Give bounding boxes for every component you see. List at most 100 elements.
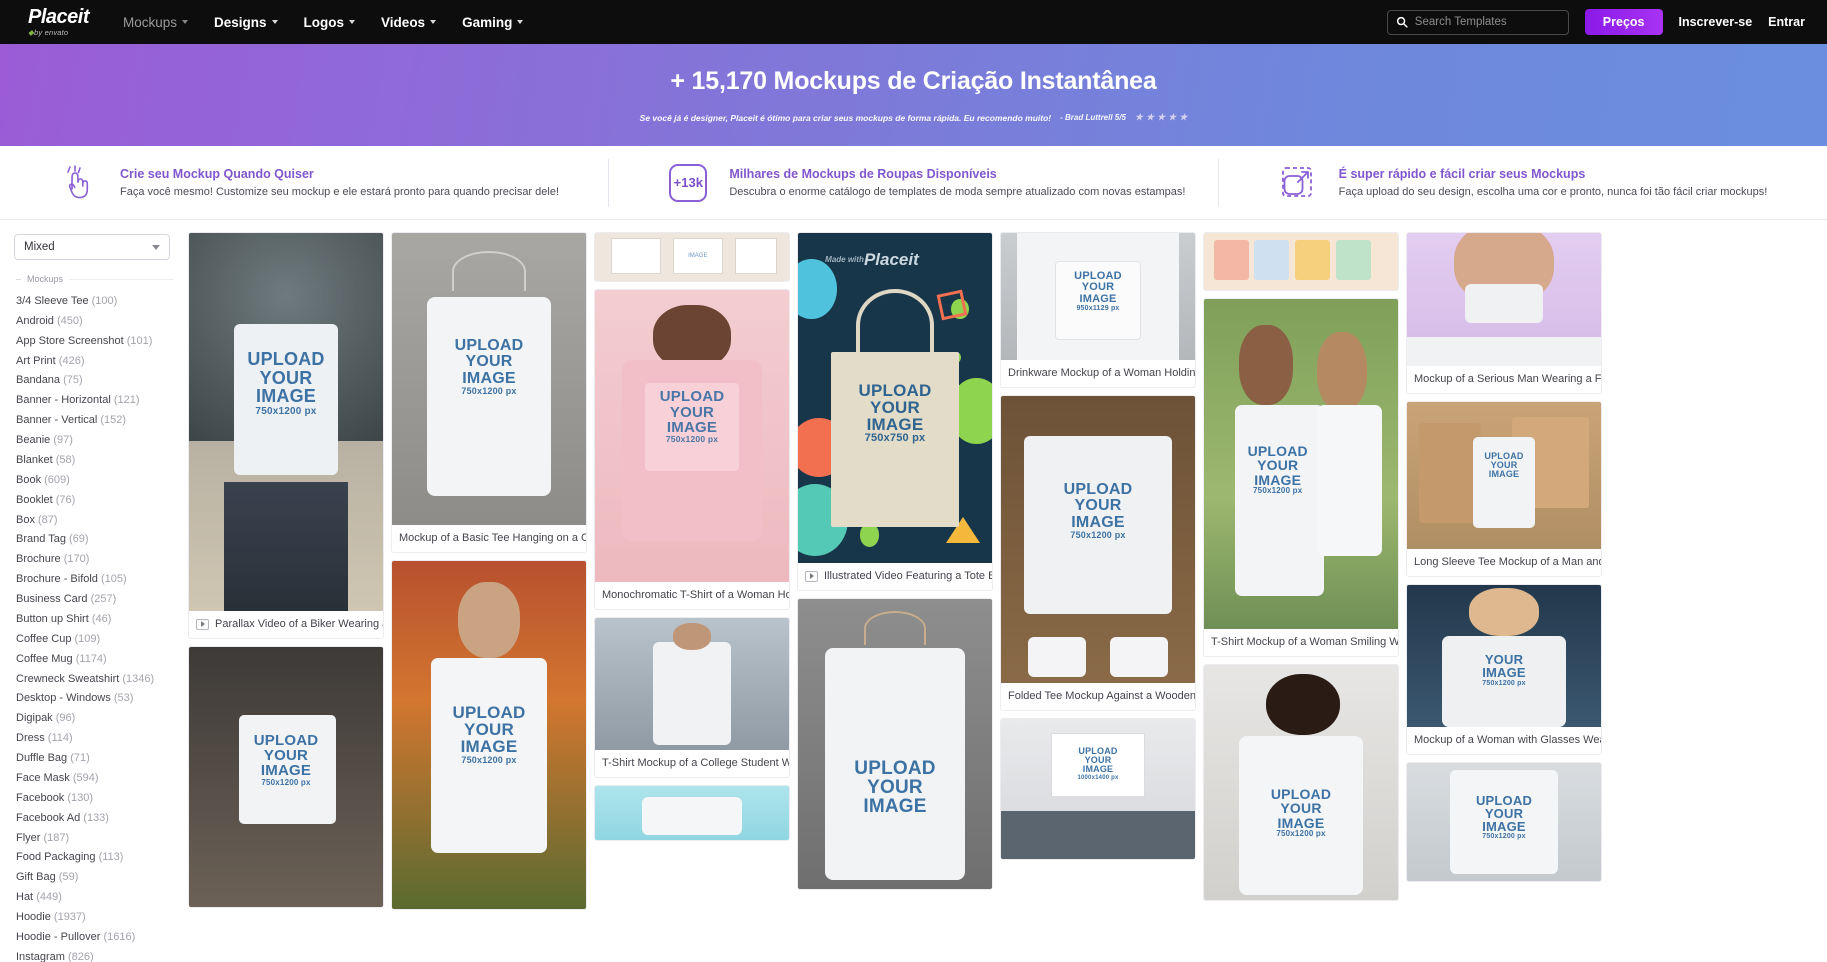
search-box[interactable] bbox=[1386, 9, 1569, 35]
feature-title: Milhares de Mockups de Roupas Disponívei… bbox=[729, 167, 997, 181]
category-name: Flyer bbox=[16, 831, 44, 844]
upload-placeholder: UPLOAD YOUR IMAGE bbox=[1484, 450, 1524, 480]
mockup-card[interactable]: T-Shirt Mockup of a College Student Wait… bbox=[594, 617, 790, 778]
mockup-card[interactable]: UPLOAD YOUR IMAGE 750x1200 px T-Shirt Mo… bbox=[1203, 298, 1399, 657]
mockup-card[interactable]: YOUR IMAGE 750x1200 px Mockup of a Woman… bbox=[1406, 584, 1602, 755]
category-name: Blanket bbox=[16, 453, 56, 466]
category-count: (75) bbox=[63, 374, 83, 387]
mockup-card[interactable]: IMAGE bbox=[594, 232, 790, 282]
mockup-card[interactable] bbox=[594, 785, 790, 841]
mockup-card[interactable]: UPLOAD YOUR IMAGE 750x1200 px bbox=[1406, 762, 1602, 882]
pricing-button[interactable]: Preços bbox=[1584, 9, 1663, 35]
sidebar-category-item[interactable]: Brand Tag (69) bbox=[14, 530, 174, 550]
sidebar-category-item[interactable]: Booklet (76) bbox=[14, 490, 174, 510]
category-count: (170) bbox=[63, 553, 90, 566]
sidebar-category-item[interactable]: Hoodie (1937) bbox=[14, 907, 174, 927]
login-link[interactable]: Entrar bbox=[1768, 15, 1805, 29]
nav-item-mockups[interactable]: Mockups bbox=[123, 15, 189, 30]
sidebar-category-item[interactable]: 3/4 Sleeve Tee (100) bbox=[14, 291, 174, 311]
sidebar-category-item[interactable]: Face Mask (594) bbox=[14, 768, 174, 788]
star-icon: ★ bbox=[1168, 112, 1177, 122]
sidebar-category-item[interactable]: Food Packaging (113) bbox=[14, 848, 174, 868]
sidebar-category-item[interactable]: Banner - Horizontal (121) bbox=[14, 390, 174, 410]
sidebar-category-item[interactable]: Book (609) bbox=[14, 470, 174, 490]
nav-item-videos[interactable]: Videos bbox=[381, 15, 437, 30]
sidebar-category-item[interactable]: Coffee Cup (109) bbox=[14, 629, 174, 649]
feature-title: Crie seu Mockup Quando Quiser bbox=[120, 167, 314, 181]
sidebar-category-item[interactable]: Brochure (170) bbox=[14, 549, 174, 569]
sidebar-category-item[interactable]: Gift Bag (59) bbox=[14, 867, 174, 887]
sidebar-category-item[interactable]: Brochure - Bifold (105) bbox=[14, 569, 174, 589]
sidebar-category-item[interactable]: Duffle Bag (71) bbox=[14, 748, 174, 768]
sidebar-category-item[interactable]: Business Card (257) bbox=[14, 589, 174, 609]
mockup-card[interactable]: UPLOAD YOUR IMAGE 750x1200 px Mockup of … bbox=[391, 232, 587, 553]
sidebar-category-item[interactable]: Crewneck Sweatshirt (1346) bbox=[14, 669, 174, 689]
sidebar-category-item[interactable]: Android (450) bbox=[14, 311, 174, 331]
mockup-card[interactable]: Mockup of a Serious Man Wearing a Face … bbox=[1406, 232, 1602, 394]
category-name: Beanie bbox=[16, 434, 54, 447]
filter-select-mixed[interactable]: Mixed bbox=[14, 234, 170, 260]
mockup-card[interactable]: UPLOAD YOUR IMAGE Long Sleeve Tee Mockup… bbox=[1406, 401, 1602, 577]
category-count: (96) bbox=[55, 712, 76, 725]
feature-create-anytime: Crie seu Mockup Quando Quiser Faça você … bbox=[0, 159, 608, 207]
card-thumbnail: UPLOAD YOUR IMAGE 1000x1400 px bbox=[1001, 719, 1195, 859]
star-icon: ★ bbox=[1157, 112, 1166, 122]
sidebar-category-item[interactable]: Banner - Vertical (152) bbox=[14, 410, 174, 430]
nav-item-logos[interactable]: Logos bbox=[304, 15, 356, 30]
sidebar-category-item[interactable]: Blanket (58) bbox=[14, 450, 174, 470]
sidebar-category-item[interactable]: Button up Shirt (46) bbox=[14, 609, 174, 629]
mockup-card[interactable] bbox=[1203, 232, 1399, 291]
placeit-logo[interactable]: Placeit ◆by envato bbox=[28, 7, 89, 37]
category-name: Booklet bbox=[16, 493, 56, 506]
mockup-card[interactable]: UPLOAD YOUR IMAGE 750x1200 px bbox=[1203, 664, 1399, 901]
testimonial-text: Se você já é designer, Placeit é ótimo p… bbox=[639, 112, 1052, 123]
chevron-down-icon bbox=[517, 20, 524, 24]
signup-link[interactable]: Inscrever-se bbox=[1679, 15, 1753, 29]
sidebar-category-item[interactable]: Flyer (187) bbox=[14, 828, 174, 848]
sidebar-category-item[interactable]: Coffee Mug (1174) bbox=[14, 649, 174, 669]
sidebar-category-item[interactable]: Bandana (75) bbox=[14, 371, 174, 391]
sidebar-category-item[interactable]: Instagram (826) bbox=[14, 947, 174, 962]
sidebar-category-item[interactable]: Art Print (426) bbox=[14, 351, 174, 371]
category-name: Button up Shirt bbox=[16, 612, 92, 625]
mockup-card[interactable]: Made with Placeit UPLOAD YOUR IMAGE 750x… bbox=[797, 232, 993, 591]
category-count: (101) bbox=[126, 334, 153, 347]
nav-item-designs[interactable]: Designs bbox=[214, 15, 278, 30]
category-count: (76) bbox=[55, 493, 76, 506]
chevron-down-icon bbox=[271, 20, 278, 24]
play-icon bbox=[196, 618, 209, 630]
upload-placeholder: UPLOAD YOUR IMAGE 750x1200 px bbox=[253, 731, 319, 787]
card-thumbnail: IMAGE bbox=[595, 233, 789, 281]
nav-item-gaming[interactable]: Gaming bbox=[462, 15, 524, 30]
upload-placeholder: UPLOAD YOUR IMAGE 750x1200 px bbox=[454, 337, 524, 397]
mockup-card[interactable]: UPLOAD YOUR IMAGE 950x1129 px Drinkware … bbox=[1000, 232, 1196, 388]
sidebar-category-item[interactable]: Facebook Ad (133) bbox=[14, 808, 174, 828]
mockup-card[interactable]: UPLOAD YOUR IMAGE 750x1200 px bbox=[391, 560, 587, 910]
card-thumbnail bbox=[1204, 233, 1398, 290]
mockup-card[interactable]: UPLOAD YOUR IMAGE 1000x1400 px bbox=[1000, 718, 1196, 860]
sidebar-category-item[interactable]: Dress (114) bbox=[14, 728, 174, 748]
sidebar-category-item[interactable]: Desktop - Windows (53) bbox=[14, 689, 174, 709]
sidebar-category-item[interactable]: Hat (449) bbox=[14, 887, 174, 907]
category-name: Facebook Ad bbox=[16, 811, 84, 824]
sidebar-category-item[interactable]: Digipak (96) bbox=[14, 708, 174, 728]
mockup-card[interactable]: UPLOAD YOUR IMAGE 750x1200 px bbox=[188, 646, 384, 908]
mockup-card[interactable]: UPLOAD YOUR IMAGE 750x1200 px Parallax V… bbox=[188, 232, 384, 639]
search-input[interactable] bbox=[1414, 16, 1560, 28]
sidebar-category-item[interactable]: App Store Screenshot (101) bbox=[14, 331, 174, 351]
category-name: Hoodie - Pullover bbox=[16, 930, 104, 943]
sidebar-category-item[interactable]: Hoodie - Pullover (1616) bbox=[14, 927, 174, 947]
mockup-card[interactable]: UPLOAD YOUR IMAGE bbox=[797, 598, 993, 890]
category-name: Food Packaging bbox=[16, 851, 99, 864]
sidebar-category-item[interactable]: Facebook (130) bbox=[14, 788, 174, 808]
mockup-card[interactable]: UPLOAD YOUR IMAGE 750x1200 px Monochroma… bbox=[594, 289, 790, 610]
page-title: + 15,170 Mockups de Criação Instantânea bbox=[670, 67, 1157, 95]
count-badge-icon: +13k bbox=[665, 161, 711, 205]
card-caption: Parallax Video of a Biker Wearing a T-S… bbox=[189, 611, 383, 638]
category-count: (114) bbox=[47, 732, 73, 745]
sidebar-category-item[interactable]: Beanie (97) bbox=[14, 430, 174, 450]
category-name: Face Mask bbox=[16, 771, 73, 784]
category-name: Facebook bbox=[16, 791, 68, 804]
mockup-card[interactable]: UPLOAD YOUR IMAGE 750x1200 px Folded Tee… bbox=[1000, 395, 1196, 711]
sidebar-category-item[interactable]: Box (87) bbox=[14, 510, 174, 530]
